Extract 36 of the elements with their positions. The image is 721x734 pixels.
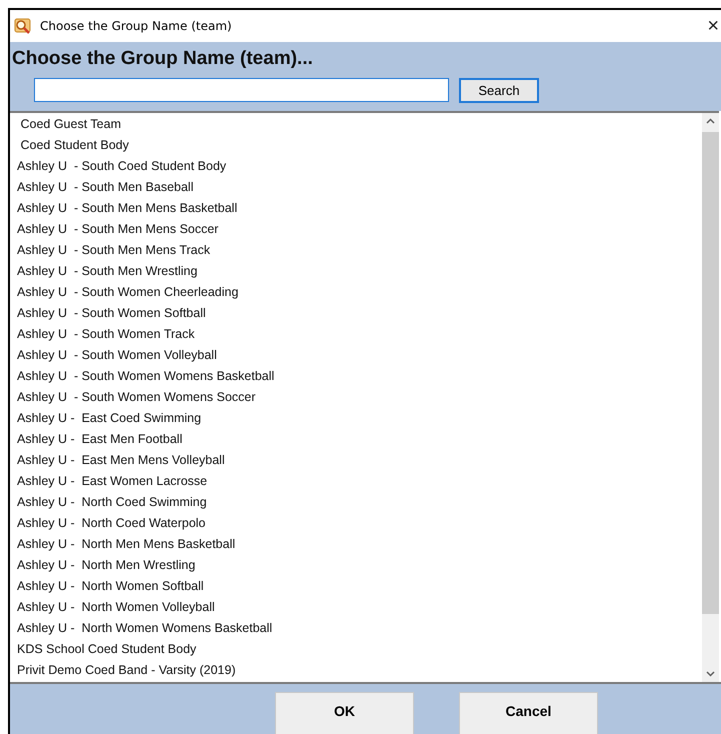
scrollbar-thumb[interactable]	[702, 132, 719, 614]
list-item[interactable]: KDS School Coed Student Body	[10, 638, 702, 660]
list-item[interactable]: Ashley U - South Men Mens Soccer	[10, 218, 702, 240]
list-item[interactable]: Ashley U - East Men Mens Volleyball	[10, 450, 702, 471]
list-item[interactable]: Coed Guest Team	[10, 114, 702, 135]
list-item[interactable]: Ashley U - South Women Volleyball	[10, 344, 702, 366]
list-item[interactable]: Ashley U - South Women Track	[10, 324, 702, 345]
search-button[interactable]: Search	[459, 78, 539, 103]
list-item[interactable]: Ashley U - East Women Lacrosse	[10, 470, 702, 492]
list-item[interactable]: Ashley U - South Women Softball	[10, 302, 702, 324]
list-item[interactable]: Ashley U - South Women Womens Soccer	[10, 386, 702, 408]
list-item[interactable]: Ashley U - North Women Softball	[10, 576, 702, 597]
list-item[interactable]: Ashley U - North Coed Swimming	[10, 492, 702, 513]
dialog-button[interactable]: Cancel	[459, 692, 598, 734]
list-item[interactable]: Ashley U - South Men Wrestling	[10, 260, 702, 282]
list-item[interactable]: Ashley U - South Women Womens Basketball	[10, 366, 702, 387]
list-item[interactable]: Ashley U - South Men Baseball	[10, 176, 702, 198]
list-item[interactable]: Ashley U - East Coed Swimming	[10, 408, 702, 429]
list-item[interactable]: Ashley U - North Women Womens Basketball	[10, 618, 702, 639]
list-item[interactable]: Ashley U - North Coed Waterpolo	[10, 512, 702, 534]
list-item[interactable]: Ashley U - North Women Volleyball	[10, 596, 702, 618]
dialog-heading: Choose the Group Name (team)...	[12, 48, 314, 70]
app-icon	[14, 16, 32, 35]
window-title: Choose the Group Name (team)	[40, 18, 233, 33]
list-item[interactable]: Coed Student Body	[10, 134, 702, 156]
list-item[interactable]: Ashley U - North Men Mens Basketball	[10, 534, 702, 555]
close-button[interactable]: ×	[707, 16, 721, 36]
list-item[interactable]: Ashley U - South Men Mens Track	[10, 240, 702, 261]
list-item[interactable]: Ashley U - North Men Wrestling	[10, 554, 702, 576]
list-item[interactable]: Ashley U - East Men Football	[10, 428, 702, 450]
list-item[interactable]: Ashley U - South Women Cheerleading	[10, 282, 702, 303]
list-item[interactable]: Ashley U - South Men Mens Basketball	[10, 198, 702, 219]
list-item[interactable]: Ashley U - South Coed Student Body	[10, 156, 702, 177]
dialog-button[interactable]: OK	[275, 692, 414, 734]
search-field[interactable]	[34, 78, 449, 102]
list-item[interactable]: Privit Demo Coed Band - Varsity (2019)	[10, 660, 702, 681]
